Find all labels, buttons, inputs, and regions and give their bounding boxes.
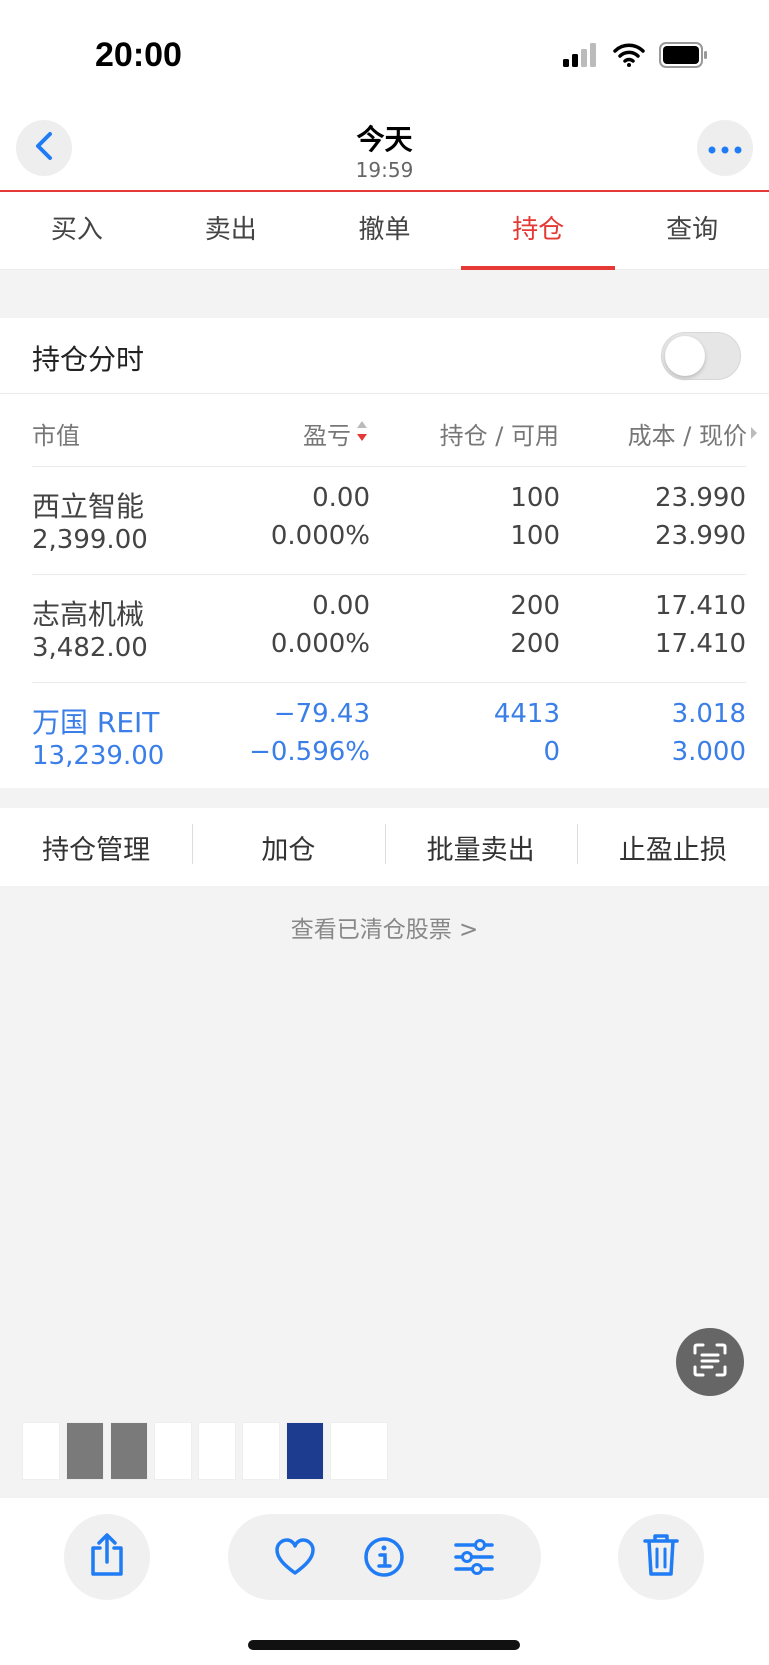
stock-name: 志高机械 — [32, 598, 145, 631]
thumbnail[interactable] — [242, 1422, 280, 1480]
stop-profit-loss-button[interactable]: 止盈止损 — [576, 823, 769, 867]
current-price: 23.990 — [655, 521, 746, 551]
toggle-knob — [665, 336, 705, 376]
batch-sell-button[interactable]: 批量卖出 — [384, 823, 577, 867]
share-icon — [87, 1532, 127, 1582]
available-qty: 0 — [543, 737, 560, 767]
chevron-right-icon — [749, 420, 759, 448]
battery-icon — [659, 42, 709, 72]
tab-holdings[interactable]: 持仓 — [461, 192, 615, 270]
current-price: 3.000 — [671, 737, 746, 767]
pnl-percent: −0.596% — [249, 737, 370, 767]
table-row[interactable]: 西立智能 2,399.00 0.00 0.000% 100 100 23.990… — [32, 466, 746, 574]
position-qty: 100 — [510, 483, 560, 513]
thumbnail[interactable] — [110, 1422, 148, 1480]
tab-query[interactable]: 查询 — [615, 192, 769, 269]
thumbnail[interactable] — [154, 1422, 192, 1480]
signal-icon — [563, 43, 599, 71]
delete-button[interactable] — [618, 1514, 704, 1600]
table-row[interactable]: 万国 REIT 13,239.00 −79.43 −0.596% 4413 0 … — [32, 682, 746, 790]
thumbnail[interactable] — [66, 1422, 104, 1480]
market-value: 2,399.00 — [32, 525, 148, 555]
home-indicator — [248, 1640, 520, 1650]
status-time: 20:00 — [95, 36, 182, 74]
header-cost-label: 成本 / 现价 — [627, 422, 747, 450]
text-scan-icon — [692, 1342, 728, 1382]
stock-name: 万国 REIT — [32, 706, 160, 739]
status-icons — [563, 42, 709, 72]
thumbnail[interactable] — [286, 1422, 324, 1480]
pnl-amount: 0.00 — [312, 591, 370, 621]
info-icon[interactable] — [361, 1534, 407, 1580]
cost-price: 23.990 — [655, 483, 746, 513]
cost-price: 3.018 — [671, 699, 746, 729]
trash-icon — [642, 1532, 680, 1582]
nav-header: 今天 19:59 — [0, 110, 769, 192]
table-header: 市值 盈亏 持仓 / 可用 成本 / 现价 — [0, 394, 769, 466]
pnl-amount: 0.00 — [312, 483, 370, 513]
more-button[interactable] — [697, 120, 753, 176]
stock-name: 西立智能 — [32, 490, 145, 523]
page-title: 今天 — [356, 123, 413, 156]
thumbnail[interactable] — [330, 1422, 388, 1480]
thumbnail[interactable] — [198, 1422, 236, 1480]
pnl-percent: 0.000% — [270, 521, 370, 551]
cost-price: 17.410 — [655, 591, 746, 621]
header-position: 持仓 / 可用 — [439, 422, 559, 450]
header-pnl[interactable]: 盈亏 — [303, 416, 369, 451]
cleared-stocks-link[interactable]: 查看已清仓股票 > — [0, 910, 769, 944]
header-market-value: 市值 — [32, 422, 80, 450]
photo-actions-group — [228, 1514, 541, 1600]
thumbnail[interactable] — [22, 1422, 60, 1480]
header-cost[interactable]: 成本 / 现价 — [628, 416, 759, 451]
section-gap — [0, 270, 769, 318]
holdings-table: 市值 盈亏 持仓 / 可用 成本 / 现价 西立智能 2,399.00 0.00… — [0, 394, 769, 788]
sort-icon — [355, 419, 369, 449]
available-qty: 100 — [510, 521, 560, 551]
tab-cancel[interactable]: 撤单 — [308, 192, 462, 269]
tab-sell[interactable]: 卖出 — [154, 192, 308, 269]
market-value: 13,239.00 — [32, 741, 165, 771]
status-bar: 20:00 — [0, 0, 769, 110]
pnl-percent: 0.000% — [270, 629, 370, 659]
page-subtitle: 19:59 — [355, 158, 414, 182]
table-row[interactable]: 志高机械 3,482.00 0.00 0.000% 200 200 17.410… — [32, 574, 746, 682]
wifi-icon — [613, 43, 645, 71]
tab-buy[interactable]: 买入 — [0, 192, 154, 269]
toggle-label: 持仓分时 — [32, 343, 145, 376]
add-position-button[interactable]: 加仓 — [192, 823, 384, 867]
available-qty: 200 — [510, 629, 560, 659]
heart-icon[interactable] — [272, 1534, 318, 1580]
position-qty: 4413 — [493, 699, 560, 729]
pnl-amount: −79.43 — [273, 699, 370, 729]
tab-bar: 买入 卖出 撤单 持仓 查询 — [0, 192, 769, 270]
live-text-button[interactable] — [676, 1328, 744, 1396]
ellipsis-icon — [708, 139, 742, 158]
share-button[interactable] — [64, 1514, 150, 1600]
thumbnail-strip — [22, 1422, 388, 1480]
current-price: 17.410 — [655, 629, 746, 659]
holding-actions: 持仓管理 加仓 批量卖出 止盈止损 — [0, 808, 769, 886]
intraday-toggle-row: 持仓分时 — [0, 318, 769, 394]
intraday-toggle[interactable] — [661, 332, 741, 380]
market-value: 3,482.00 — [32, 633, 148, 663]
header-pnl-label: 盈亏 — [303, 422, 351, 450]
position-qty: 200 — [510, 591, 560, 621]
sliders-icon[interactable] — [451, 1534, 497, 1580]
manage-holdings-button[interactable]: 持仓管理 — [0, 828, 192, 867]
